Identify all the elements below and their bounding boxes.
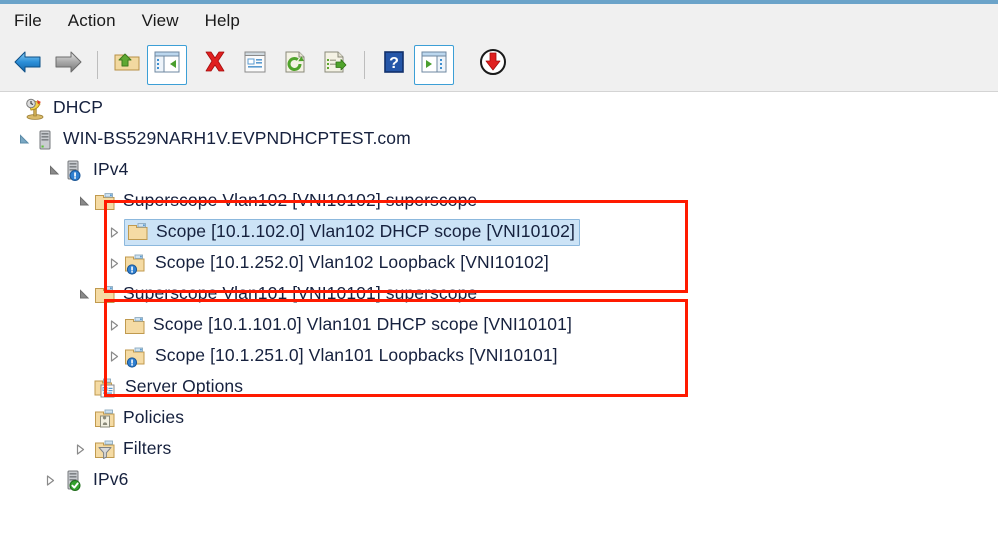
tree-item-label: IPv6 <box>93 469 129 490</box>
toolbar-up-one-level-button[interactable] <box>107 45 147 85</box>
tree-item-ipv6[interactable]: IPv6 <box>0 465 998 496</box>
toolbar-refresh-button[interactable] <box>275 45 315 85</box>
toolbar: ? <box>0 38 998 92</box>
tree-item-label: Scope [10.1.251.0] Vlan101 Loopbacks [VN… <box>155 345 558 366</box>
folder-icon <box>127 221 149 243</box>
selection-highlight: Scope [10.1.102.0] Vlan102 DHCP scope [V… <box>124 219 580 246</box>
twisty-collapsed-icon[interactable] <box>104 310 124 341</box>
folder-warning-icon <box>124 346 148 368</box>
download-circle-icon <box>479 48 507 81</box>
menu-view[interactable]: View <box>142 9 193 33</box>
toolbar-download-button[interactable] <box>473 45 513 85</box>
dhcp-console-window: File Action View Help ? DHCP WIN-BS529NA… <box>0 0 998 541</box>
tree-item-label: Scope [10.1.252.0] Vlan102 Loopback [VNI… <box>155 252 549 273</box>
tree-item-label: Filters <box>123 438 172 459</box>
twisty-placeholder <box>4 93 24 124</box>
help-question-icon: ? <box>383 50 405 79</box>
toolbar-show-action-pane-button[interactable] <box>414 44 454 85</box>
toolbar-delete-button[interactable] <box>195 45 235 85</box>
delete-red-x-icon <box>202 50 228 79</box>
tree-item-server[interactable]: WIN-BS529NARH1V.EVPNDHCPTEST.com <box>0 124 998 155</box>
tree-item-ipv4[interactable]: IPv4 <box>0 155 998 186</box>
tree-item-superscope-vlan101[interactable]: Superscope Vlan101 [VNI10101] superscope <box>0 279 998 310</box>
console-tree[interactable]: DHCP WIN-BS529NARH1V.EVPNDHCPTEST.com IP… <box>0 93 998 541</box>
toolbar-export-list-button[interactable] <box>315 45 355 85</box>
forward-arrow-icon <box>53 49 83 80</box>
svg-text:?: ? <box>389 55 399 72</box>
menu-bar: File Action View Help <box>0 4 998 38</box>
server-ok-icon <box>64 470 86 492</box>
toolbar-show-console-tree-button[interactable] <box>147 44 187 85</box>
back-arrow-icon <box>13 49 43 80</box>
tree-item-filters[interactable]: Filters <box>0 434 998 465</box>
filters-icon <box>94 439 116 461</box>
tree-item-label: Superscope Vlan102 [VNI10102] superscope <box>123 190 478 211</box>
tree-item-label: Superscope Vlan101 [VNI10101] superscope <box>123 283 478 304</box>
tree-item-label: IPv4 <box>93 159 129 180</box>
toolbar-separator-3 <box>364 50 365 79</box>
tree-item-label: DHCP <box>53 97 103 118</box>
refresh-icon <box>283 50 307 79</box>
tree-item-label: Server Options <box>125 376 244 397</box>
tree-item-policies[interactable]: Policies <box>0 403 998 434</box>
tree-item-label: WIN-BS529NARH1V.EVPNDHCPTEST.com <box>63 128 411 149</box>
twisty-expanded-icon[interactable] <box>14 124 34 155</box>
twisty-collapsed-icon[interactable] <box>104 217 124 248</box>
twisty-collapsed-icon[interactable] <box>70 434 90 465</box>
toolbar-help-button[interactable]: ? <box>374 45 414 85</box>
tree-item-scope-10-1-101-0[interactable]: Scope [10.1.101.0] Vlan101 DHCP scope [V… <box>0 310 998 341</box>
tree-item-label: Scope [10.1.101.0] Vlan101 DHCP scope [V… <box>153 314 572 335</box>
menu-file[interactable]: File <box>14 9 56 33</box>
twisty-expanded-icon[interactable] <box>44 155 64 186</box>
server-warning-icon <box>64 160 86 182</box>
tree-item-server-options[interactable]: Server Options <box>0 372 998 403</box>
twisty-collapsed-icon[interactable] <box>40 465 60 496</box>
show-hide-console-tree-icon <box>154 51 180 78</box>
folder-icon <box>124 315 146 337</box>
folder-warning-icon <box>124 253 148 275</box>
twisty-placeholder <box>74 372 94 403</box>
show-action-pane-icon <box>421 51 447 78</box>
menu-help[interactable]: Help <box>205 9 254 33</box>
toolbar-separator-1 <box>97 50 98 79</box>
twisty-placeholder <box>74 403 94 434</box>
server-icon <box>34 129 56 151</box>
tree-item-superscope-vlan102[interactable]: Superscope Vlan102 [VNI10102] superscope <box>0 186 998 217</box>
twisty-collapsed-icon[interactable] <box>104 248 124 279</box>
up-folder-icon <box>113 50 141 79</box>
toolbar-back-button[interactable] <box>8 45 48 85</box>
server-options-icon <box>94 377 118 399</box>
properties-icon <box>243 50 267 79</box>
toolbar-forward-button[interactable] <box>48 45 88 85</box>
export-list-icon <box>323 50 347 79</box>
menu-action[interactable]: Action <box>68 9 130 33</box>
folder-open-icon <box>94 284 116 306</box>
tree-item-scope-10-1-251-0[interactable]: Scope [10.1.251.0] Vlan101 Loopbacks [VN… <box>0 341 998 372</box>
selection-wrapper: Scope [10.1.102.0] Vlan102 DHCP scope [V… <box>124 219 580 246</box>
policies-icon <box>94 408 116 430</box>
tree-item-scope-10-1-252-0[interactable]: Scope [10.1.252.0] Vlan102 Loopback [VNI… <box>0 248 998 279</box>
twisty-expanded-icon[interactable] <box>74 186 94 217</box>
tree-item-label: Scope [10.1.102.0] Vlan102 DHCP scope [V… <box>156 220 575 241</box>
twisty-expanded-icon[interactable] <box>74 279 94 310</box>
tree-item-label: Policies <box>123 407 185 428</box>
tree-item-scope-10-1-102-0[interactable]: Scope [10.1.102.0] Vlan102 DHCP scope [V… <box>0 217 998 248</box>
twisty-collapsed-icon[interactable] <box>104 341 124 372</box>
dhcp-root-icon <box>24 98 46 120</box>
toolbar-properties-button[interactable] <box>235 45 275 85</box>
folder-open-icon <box>94 191 116 213</box>
tree-item-dhcp-root[interactable]: DHCP <box>0 93 998 124</box>
